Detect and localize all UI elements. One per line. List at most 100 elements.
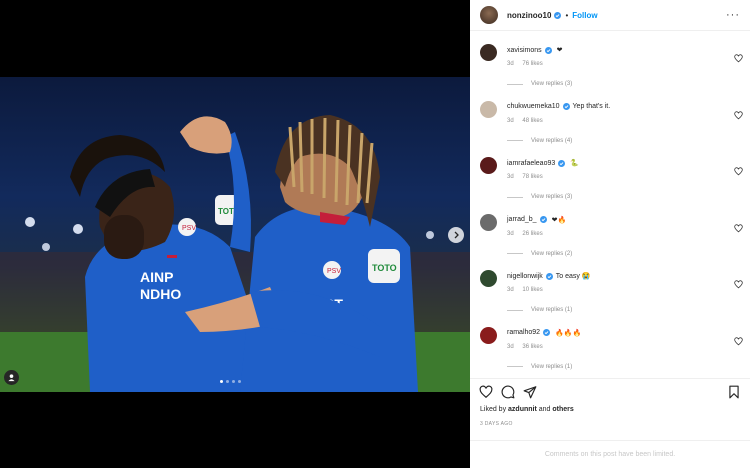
view-replies-button[interactable]: View replies (3): [507, 194, 572, 200]
comment-emoji: 🐍: [570, 160, 579, 167]
comment-age[interactable]: 3d: [507, 118, 514, 124]
comment-item: iamrafaeleao93 🐍 3d 78 likes View replie…: [470, 144, 750, 200]
commenter-avatar[interactable]: [480, 44, 497, 61]
comment-like-button[interactable]: [734, 163, 743, 176]
like-button[interactable]: [479, 385, 493, 399]
view-replies-label: View replies (2): [531, 250, 573, 257]
comment-likes[interactable]: 26 likes: [522, 231, 542, 237]
comment-age[interactable]: 3d: [507, 61, 514, 67]
verified-icon: [558, 159, 566, 167]
svg-text:PSV: PSV: [182, 225, 196, 232]
view-replies-button[interactable]: View replies (1): [507, 307, 572, 313]
post-photo[interactable]: PSV TOTO AINP NDHO PSV TOTO INPORT OVEN: [0, 77, 470, 392]
bookmark-icon: [729, 385, 739, 398]
view-replies-label: View replies (1): [531, 307, 573, 313]
commenter-avatar[interactable]: [480, 157, 497, 174]
comment-age[interactable]: 3d: [507, 344, 514, 350]
next-photo-button[interactable]: [448, 227, 464, 243]
comment-emoji: ❤: [556, 47, 563, 54]
follow-button[interactable]: Follow: [572, 11, 597, 20]
heart-icon: [734, 167, 743, 176]
comment-item: jarrad_b_ ❤🔥 3d 26 likes View replies (2…: [470, 201, 750, 257]
view-replies-button[interactable]: View replies (4): [507, 138, 572, 144]
more-options-button[interactable]: ···: [726, 9, 740, 21]
comment-like-button[interactable]: [734, 220, 743, 232]
comment-body: jarrad_b_ ❤🔥: [507, 216, 566, 224]
view-replies-button[interactable]: View replies (3): [507, 81, 572, 87]
comment-age[interactable]: 3d: [507, 174, 514, 180]
comment-meta: 3d 26 likes: [507, 231, 543, 237]
comment-meta: 3d 48 likes: [507, 118, 543, 124]
carousel-dot: [226, 380, 229, 383]
comment-likes[interactable]: 10 likes: [522, 287, 542, 293]
heart-icon: [734, 110, 743, 119]
liked-by-user[interactable]: azdunnit: [508, 406, 537, 413]
author-avatar[interactable]: [480, 6, 498, 24]
share-icon: [523, 385, 537, 398]
more-icon: ···: [726, 9, 740, 21]
comment-like-button[interactable]: [734, 276, 743, 289]
share-button[interactable]: [523, 385, 537, 399]
view-replies-button[interactable]: View replies (1): [507, 364, 572, 370]
commenter-username[interactable]: nigellonwijk: [507, 273, 543, 280]
heart-icon: [734, 54, 743, 63]
commenter-username[interactable]: xavisimons: [507, 47, 542, 54]
comments-limited-notice: Comments on this post have been limited.: [470, 440, 750, 468]
commenter-username[interactable]: chukwuemeka10: [507, 103, 560, 110]
replies-dash: [507, 366, 523, 367]
author-username[interactable]: nonzinoo10: [507, 11, 551, 20]
post-header: nonzinoo10 • Follow ···: [470, 0, 750, 31]
photo-illustration: PSV TOTO AINP NDHO PSV TOTO INPORT OVEN: [0, 115, 470, 392]
replies-dash: [507, 140, 523, 141]
comment-item: nigellonwijk To easy 😭 3d 10 likes View …: [470, 257, 750, 313]
comment-age[interactable]: 3d: [507, 287, 514, 293]
commenter-avatar[interactable]: [480, 270, 497, 287]
chevron-right-icon: [452, 231, 460, 239]
comment-body: xavisimons ❤: [507, 46, 563, 54]
verified-icon: [543, 329, 551, 336]
comment-like-button[interactable]: [734, 333, 743, 345]
commenter-avatar[interactable]: [480, 100, 497, 118]
commenter-username[interactable]: jarrad_b_: [507, 216, 537, 223]
comments-list[interactable]: xavisimons ❤ 3d 76 likes View replies (3…: [470, 31, 750, 375]
comment-emoji: 🔥🔥🔥: [555, 329, 582, 337]
comment-icon: [501, 385, 515, 398]
comment-likes[interactable]: 78 likes: [522, 174, 542, 180]
commenter-avatar[interactable]: [480, 326, 497, 344]
liked-by-others[interactable]: others: [552, 406, 573, 413]
heart-icon: [734, 280, 743, 289]
header-separator: •: [565, 10, 569, 20]
svg-text:AINP: AINP: [140, 269, 173, 285]
comment-like-button[interactable]: [734, 107, 743, 119]
view-replies-button[interactable]: View replies (2): [507, 251, 572, 257]
comment-like-button[interactable]: [734, 50, 743, 63]
commenter-username[interactable]: iamrafaeleao93: [507, 160, 555, 167]
replies-dash: [507, 253, 523, 254]
comment-age[interactable]: 3d: [507, 231, 514, 237]
tagged-users-button[interactable]: [4, 370, 19, 385]
comment-likes[interactable]: 36 likes: [522, 344, 542, 350]
save-button[interactable]: [727, 385, 741, 399]
carousel-dot: [220, 380, 223, 383]
view-replies-label: View replies (4): [531, 137, 573, 144]
comment-button[interactable]: [501, 385, 515, 399]
commenter-username[interactable]: ramalho92: [507, 329, 540, 336]
post-dialog: PSV TOTO AINP NDHO PSV TOTO INPORT OVEN: [0, 0, 750, 468]
comment-meta: 3d 36 likes: [507, 344, 543, 350]
sponsor-badge-right: TOTO: [372, 263, 397, 273]
carousel-dot: [238, 380, 241, 383]
post-timestamp[interactable]: 3 DAYS AGO: [480, 421, 513, 427]
comment-emoji: 😭: [581, 273, 591, 280]
media-pane: PSV TOTO AINP NDHO PSV TOTO INPORT OVEN: [0, 0, 470, 468]
liked-by-and: and: [536, 406, 553, 413]
comment-meta: 3d 78 likes: [507, 174, 543, 180]
liked-by-prefix: Liked by: [480, 406, 509, 413]
comment-item: chukwuemeka10 Yep that's it. 3d 48 likes…: [470, 88, 750, 144]
comment-likes[interactable]: 48 likes: [522, 118, 542, 124]
comment-likes[interactable]: 76 likes: [522, 61, 542, 67]
replies-dash: [507, 83, 523, 85]
carousel-indicator: [220, 380, 241, 383]
commenter-avatar[interactable]: [480, 213, 497, 231]
comment-emoji: ❤🔥: [551, 216, 567, 224]
comment-item: xavisimons ❤ 3d 76 likes View replies (3…: [470, 31, 750, 87]
